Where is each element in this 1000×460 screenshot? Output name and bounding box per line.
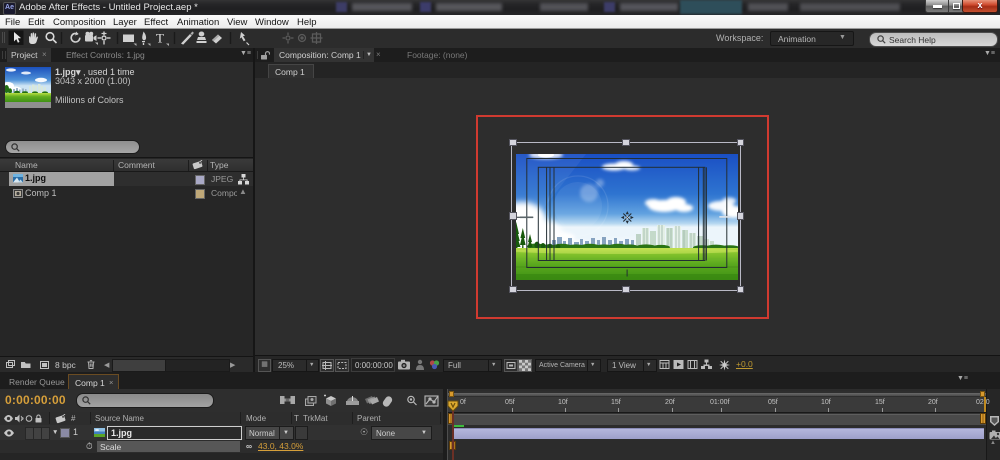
svg-text:T: T: [156, 31, 164, 46]
